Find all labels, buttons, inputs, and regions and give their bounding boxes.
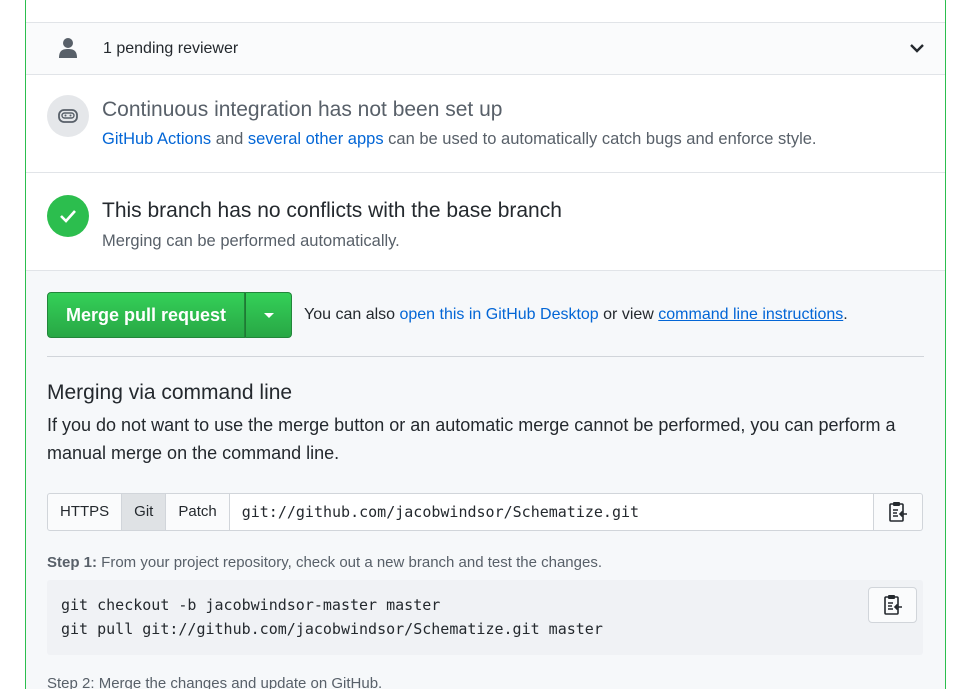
tab-https[interactable]: HTTPS	[47, 493, 123, 531]
also-prefix: You can also	[304, 306, 400, 323]
ci-description: GitHub Actions and several other apps ca…	[102, 130, 817, 149]
merge-button-group: Merge pull request	[47, 292, 293, 338]
conflicts-title: This branch has no conflicts with the ba…	[102, 199, 562, 222]
clone-url-input[interactable]	[228, 493, 874, 531]
other-apps-link[interactable]: several other apps	[248, 130, 384, 148]
copy-url-button[interactable]	[874, 493, 923, 531]
tab-git[interactable]: Git	[121, 493, 167, 531]
divider	[47, 356, 924, 357]
ci-and-text: and	[211, 130, 248, 148]
top-strip	[26, 0, 945, 23]
reviewers-label: 1 pending reviewer	[103, 39, 239, 57]
merge-section: Merge pull request You can also open thi…	[26, 271, 945, 689]
command-line-instructions-link[interactable]: command line instructions	[658, 306, 843, 323]
ci-rest-text: can be used to automatically catch bugs …	[383, 130, 817, 148]
step-1-code-block: git checkout -b jacobwindsor-master mast…	[47, 580, 923, 655]
merge-options-dropdown[interactable]	[245, 292, 293, 338]
command-line-title: Merging via command line	[47, 381, 293, 404]
or-view-text: or view	[598, 306, 659, 323]
step-1-body: From your project repository, check out …	[97, 554, 602, 571]
ci-status-row: Continuous integration has not been set …	[26, 75, 945, 173]
command-line-description: If you do not want to use the merge butt…	[47, 415, 896, 463]
robot-icon	[58, 109, 78, 123]
conflicts-description: Merging can be performed automatically.	[102, 232, 400, 250]
code-line: git pull git://github.com/jacobwindsor/S…	[61, 620, 603, 638]
merge-alternatives-text: You can also open this in GitHub Desktop…	[304, 306, 848, 324]
ci-title: Continuous integration has not been set …	[102, 98, 503, 121]
code-line: git checkout -b jacobwindsor-master mast…	[61, 596, 441, 614]
conflict-status-row: This branch has no conflicts with the ba…	[26, 173, 945, 271]
clipboard-icon	[889, 502, 907, 522]
check-icon	[60, 210, 76, 223]
clipboard-icon	[883, 595, 902, 615]
person-icon	[59, 38, 77, 58]
open-desktop-link[interactable]: open this in GitHub Desktop	[399, 306, 598, 323]
success-badge	[47, 195, 89, 237]
clone-url-bar: HTTPS Git Patch	[47, 493, 923, 531]
tab-patch[interactable]: Patch	[165, 493, 230, 531]
ci-badge	[47, 95, 89, 137]
reviewers-row[interactable]: 1 pending reviewer	[26, 23, 945, 75]
suffix-text: .	[843, 306, 848, 323]
chevron-down-icon[interactable]	[909, 40, 925, 56]
copy-code-button[interactable]	[868, 587, 917, 623]
merge-box: 1 pending reviewer Continuous integratio…	[25, 0, 946, 689]
github-actions-link[interactable]: GitHub Actions	[102, 130, 211, 148]
step-1-label: Step 1:	[47, 554, 98, 571]
step-1-text: Step 1: From your project repository, ch…	[47, 554, 602, 571]
merge-pull-request-button[interactable]: Merge pull request	[47, 292, 246, 338]
step-2-text: Step 2: Merge the changes and update on …	[47, 675, 383, 689]
caret-down-icon	[263, 312, 274, 318]
